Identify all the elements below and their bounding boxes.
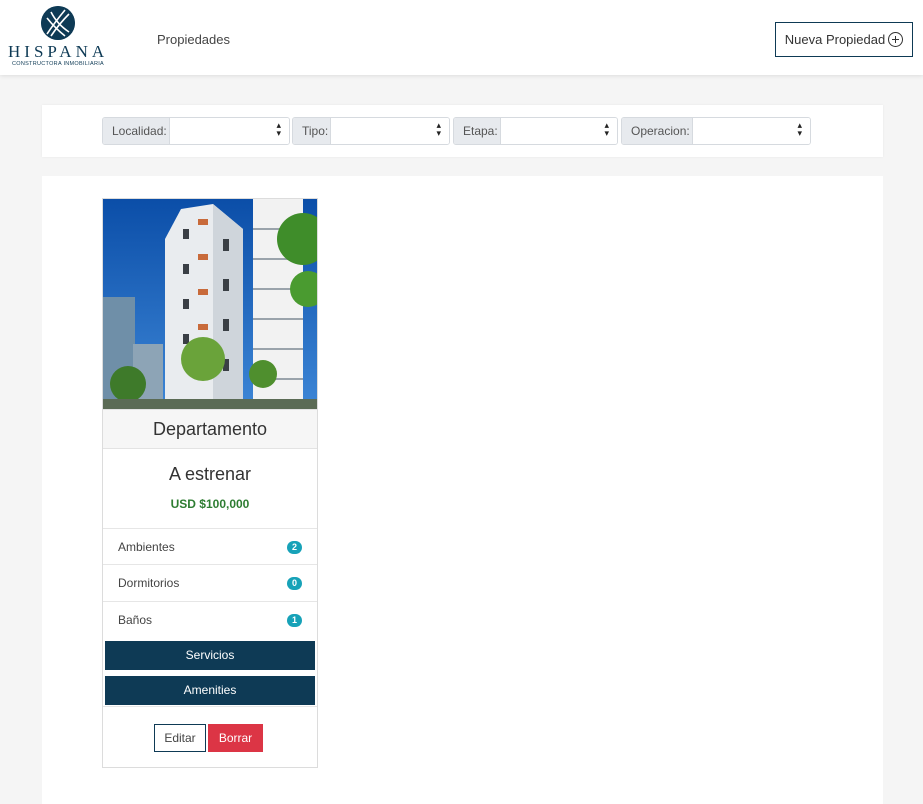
brand-tagline: CONSTRUCTORA INMOBILIARIA (11, 61, 105, 67)
property-card: Departamento A estrenar USD $100,000 Amb… (102, 198, 318, 768)
amenities-button[interactable]: Amenities (105, 676, 315, 705)
feature-count-badge: 2 (287, 541, 302, 554)
feature-count-badge: 1 (287, 614, 302, 627)
filter-operacion-select[interactable] (692, 118, 810, 144)
filter-tipo: Tipo: (292, 117, 450, 145)
feature-row-dormitorios: Dormitorios 0 (103, 564, 317, 601)
logo-mark-icon (41, 6, 75, 40)
filter-bar: Localidad: Tipo: Etapa: Operacion: (42, 105, 883, 157)
new-property-label: Nueva Propiedad (784, 32, 886, 47)
edit-button[interactable]: Editar (154, 724, 206, 752)
feature-row-banos: Baños 1 (103, 601, 317, 638)
filter-etapa-select[interactable] (500, 118, 617, 144)
feature-count-badge: 0 (287, 577, 302, 590)
filter-etapa: Etapa: (453, 117, 618, 145)
filter-localidad: Localidad: (102, 117, 290, 145)
services-button[interactable]: Servicios (105, 641, 315, 670)
property-type: Departamento (103, 409, 317, 449)
delete-button[interactable]: Borrar (208, 724, 263, 752)
property-price: USD $100,000 (170, 497, 250, 511)
navbar: HISPANA CONSTRUCTORA INMOBILIARIA Propie… (0, 0, 923, 75)
filter-tipo-label: Tipo: (293, 118, 332, 144)
feature-label: Ambientes (118, 540, 175, 554)
new-property-button[interactable]: Nueva Propiedad (775, 22, 913, 57)
feature-label: Dormitorios (118, 576, 180, 590)
card-actions: Editar Borrar (103, 706, 317, 768)
filter-localidad-label: Localidad: (103, 118, 170, 144)
filter-operacion: Operacion: (621, 117, 811, 145)
filter-tipo-select[interactable] (331, 118, 449, 144)
filter-operacion-label: Operacion: (622, 118, 693, 144)
feature-label: Baños (118, 613, 153, 627)
feature-row-ambientes: Ambientes 2 (103, 528, 317, 565)
brand-name: HISPANA (8, 42, 109, 61)
brand-logo[interactable]: HISPANA CONSTRUCTORA INMOBILIARIA (8, 6, 108, 70)
filter-etapa-label: Etapa: (454, 118, 501, 144)
filter-localidad-select[interactable] (169, 118, 289, 144)
property-photo (103, 199, 317, 409)
property-status: A estrenar (168, 464, 252, 484)
plus-circle-icon (888, 32, 904, 47)
nav-link-propiedades[interactable]: Propiedades (157, 32, 230, 47)
